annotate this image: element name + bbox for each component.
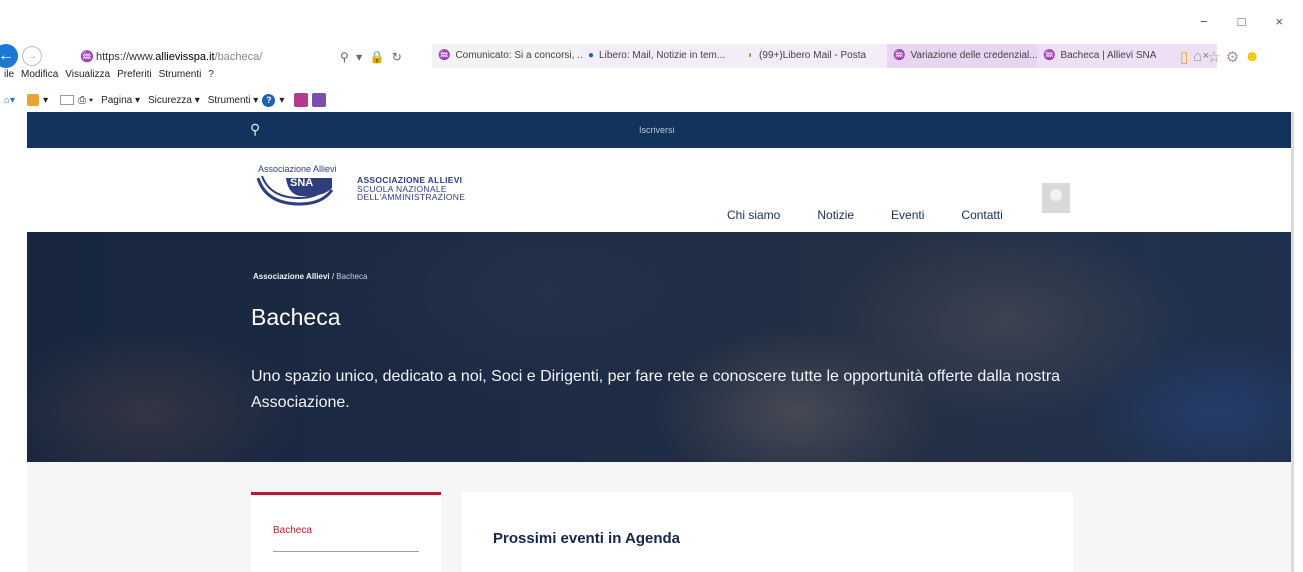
tab-comunicato[interactable]: ♒ Comunicato: Si a concorsi, ... [432,44,582,68]
hero-banner: Associazione Allievi / Bacheca Bacheca U… [27,232,1291,462]
tab-variazione[interactable]: ♒ Variazione delle credenzial... [887,44,1037,68]
sidebar-divider [273,551,419,552]
tab-favicon-icon: ♒ [893,50,906,61]
nav-eventi[interactable]: Eventi [891,208,924,222]
page-title: Bacheca [251,304,341,330]
home-cmd-icon[interactable]: ⌂▾ [4,95,15,106]
security-menu[interactable]: Sicurezza ▾ [148,95,200,106]
nav-chi-siamo[interactable]: Chi siamo [727,208,780,222]
forward-button[interactable]: → [22,46,42,66]
breadcrumb: Associazione Allievi / Bacheca [253,272,367,281]
sidebar-item-bacheca[interactable]: Bacheca [273,525,312,536]
home-icon[interactable]: ⌂ [1193,48,1202,66]
content-area: Bacheca Prossimi eventi in Agenda [27,462,1291,572]
sidebar: Bacheca [251,492,441,572]
page-menu[interactable]: Pagina ▾ [101,95,140,106]
tab-label: Bacheca | Allievi SNA [1060,50,1157,61]
tab-strip: ♒ Comunicato: Si a concorsi, ... ● Libero:… [432,44,1217,70]
tab-favicon-icon: ● [588,50,595,61]
tab-favicon-icon: ♒ [1043,50,1056,61]
menu-strumenti[interactable]: Strumenti [155,69,205,87]
browser-window: − □ × ← → ♒ https://www. allievisspa.it/b… [0,0,1303,572]
menu-bar: ile Modifica Visualizza Preferiti Strume… [0,69,217,87]
breadcrumb-home-link[interactable]: Associazione Allievi [253,272,330,281]
nav-contatti[interactable]: Contatti [961,208,1002,222]
tab-label: Variazione delle credenzial... [910,50,1037,61]
tab-label: Comunicato: Si a concorsi, ... [455,50,582,61]
menu-modifica[interactable]: Modifica [17,69,61,87]
web-page: ⚲ Iscriversi Associazione Allievi SNA AS… [27,112,1291,572]
signup-link[interactable]: Iscriversi [639,125,675,135]
print-icon[interactable]: ⎙ ▾ [78,95,93,106]
search-icon[interactable]: ⚲ [250,121,266,137]
rss-icon[interactable] [27,94,40,106]
logo-text: Associazione Allievi [258,164,337,174]
org-name: ASSOCIAZIONE ALLIEVI SCUOLA NAZIONALE DE… [357,176,465,202]
gear-icon[interactable]: ⚙ [1226,48,1239,66]
close-window-button[interactable]: × [1275,14,1283,29]
user-avatar[interactable] [1042,183,1070,213]
title-bar: ← → ♒ https://www. allievisspa.it/bacheca… [0,40,1303,70]
window-controls: − □ × [1200,14,1283,29]
section-heading: Prossimi eventi in Agenda [493,530,680,547]
menu-file[interactable]: ile [0,69,17,87]
back-button[interactable]: ← [0,44,18,68]
tab-libero-mail[interactable]: ● Libero: Mail, Notizie in tem... [582,44,742,68]
page-description: Uno spazio unico, dedicato a noi, Soci e… [251,368,1061,411]
address-path: /bacheca/ [214,51,263,63]
tab-favicon-icon: ♒ [438,50,451,61]
tab-label: Libero: Mail, Notizie in tem... [599,50,726,61]
addon-icon[interactable] [312,93,327,107]
main-nav: Chi siamo Notizie Eventi Contatti [727,208,1040,222]
help-icon[interactable]: ? [262,93,276,107]
org-line-3: DELL'AMMINISTRAZIONE [357,192,466,202]
address-tools[interactable]: ⚲ ▾ 🔒 ↻ [340,50,404,64]
site-logo[interactable]: Associazione Allievi SNA [256,164,348,212]
new-tab-icon[interactable]: ▯ [1180,48,1188,66]
maximize-button[interactable]: □ [1238,14,1246,29]
menu-help[interactable]: ? [204,69,217,87]
tab-libero-posta[interactable]: ◐ (99+)Libero Mail - Posta [742,44,887,68]
smiley-icon[interactable]: ☻ [1244,48,1260,66]
page-scrollbar[interactable] [1291,112,1294,572]
main-panel: Prossimi eventi in Agenda [462,492,1073,572]
site-favicon-icon: ♒ [80,51,94,63]
menu-visualizza[interactable]: Visualizza [61,69,113,87]
site-topbar: ⚲ Iscriversi [27,112,1291,148]
star-icon[interactable]: ☆ [1207,48,1220,66]
address-prefix: https://www. [96,51,156,63]
address-domain: allievisspa.it [155,51,215,63]
breadcrumb-current: Bacheca [336,272,368,281]
tab-label: (99+)Libero Mail - Posta [759,50,867,61]
minimize-button[interactable]: − [1200,14,1208,29]
site-header: Associazione Allievi SNA ASSOCIAZIONE AL… [27,148,1291,232]
tab-favicon-icon: ◐ [748,50,755,61]
command-bar: ⌂▾ ▾ ⎙ ▾ Pagina ▾ Sicurezza ▾ Strumenti … [0,89,327,111]
tools-menu[interactable]: Strumenti ▾ [208,95,259,106]
menu-preferiti[interactable]: Preferiti [113,69,154,87]
mail-icon[interactable] [60,95,75,105]
nav-notizie[interactable]: Notizie [817,208,854,222]
toolbar-icons: ▯ ⌂ ☆ ⚙ ☻ [1180,48,1260,66]
onenote-icon[interactable] [294,93,309,107]
logo-badge: SNA [290,177,314,189]
